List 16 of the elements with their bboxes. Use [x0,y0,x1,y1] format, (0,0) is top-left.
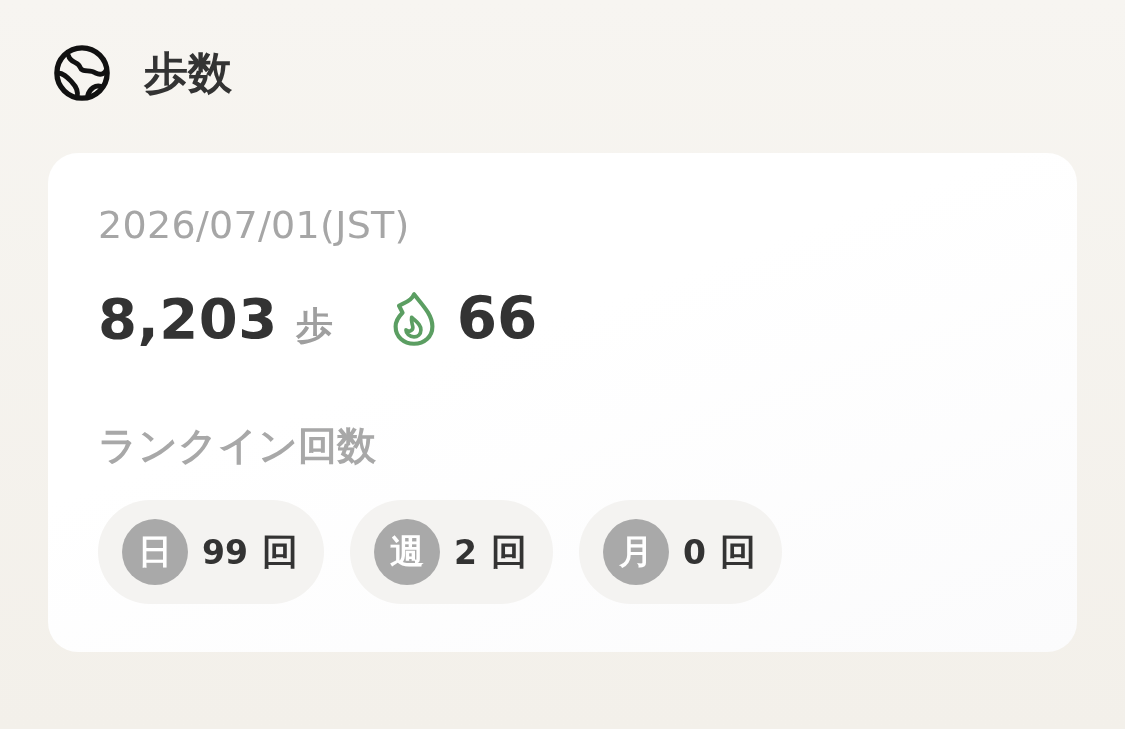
count-value: 2 [453,532,477,572]
count-unit: 回 [490,529,527,574]
count-value: 99 [202,532,248,572]
period-badge: 日 [122,519,188,585]
step-count: 8,203 [98,285,278,352]
count-unit: 回 [261,529,298,574]
globe-icon [53,44,111,102]
date-text: 2026/07/01(JST) [98,203,411,247]
step-unit: 歩 [295,303,333,349]
rank-in-label: ランクイン回数 [98,424,377,468]
count-unit: 回 [719,529,756,574]
count-value: 0 [682,532,706,572]
page-title: 歩数 [144,46,232,100]
period-badge: 週 [373,519,440,585]
streak-count: 66 [456,285,538,352]
period-badge: 月 [602,519,669,585]
